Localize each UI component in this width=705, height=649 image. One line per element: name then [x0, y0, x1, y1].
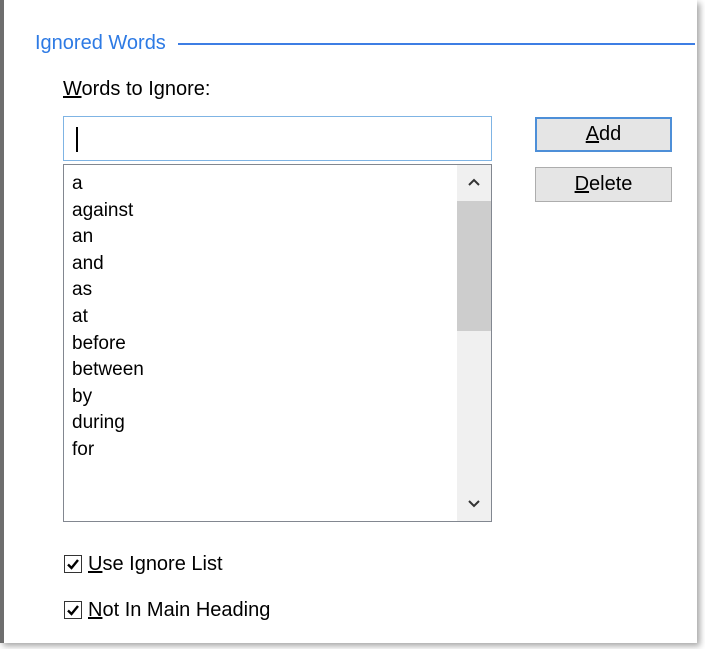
list-item[interactable]: a: [72, 171, 451, 198]
word-list: a against an and as at before between by…: [72, 171, 451, 464]
group-divider: [177, 43, 695, 45]
words-label-text: ords to Ignore:: [81, 78, 211, 100]
list-item[interactable]: against: [72, 198, 451, 225]
ignored-words-listbox[interactable]: a against an and as at before between by…: [63, 164, 492, 522]
words-to-ignore-label: Words to Ignore:: [63, 78, 210, 101]
not-in-main-heading-label: ot In Main Heading: [102, 598, 271, 621]
scroll-down-button[interactable]: [457, 487, 491, 521]
delete-button-mnemonic: D: [574, 173, 590, 195]
text-caret: [76, 127, 78, 152]
not-in-main-heading-checkbox[interactable]: [64, 601, 82, 619]
word-input[interactable]: [63, 116, 492, 161]
ignored-words-group-header: Ignored Words: [35, 28, 695, 58]
list-item[interactable]: before: [72, 331, 451, 358]
delete-button-label: elete: [589, 173, 633, 195]
scroll-up-button[interactable]: [457, 165, 491, 199]
use-ignore-list-mnemonic: U: [88, 552, 103, 575]
chevron-down-icon: [468, 500, 480, 508]
list-item[interactable]: and: [72, 251, 451, 278]
list-item[interactable]: for: [72, 437, 451, 464]
use-ignore-list-checkbox[interactable]: [64, 555, 82, 573]
add-button[interactable]: Add: [535, 117, 672, 152]
group-title: Ignored Words: [35, 31, 166, 54]
list-item[interactable]: by: [72, 384, 451, 411]
list-item[interactable]: between: [72, 357, 451, 384]
list-item[interactable]: as: [72, 277, 451, 304]
checkmark-icon: [67, 559, 79, 570]
not-in-main-heading-mnemonic: N: [88, 598, 103, 621]
use-ignore-list-option[interactable]: Use Ignore List: [64, 550, 223, 578]
checkmark-icon: [67, 605, 79, 616]
list-item[interactable]: at: [72, 304, 451, 331]
add-button-label: dd: [599, 123, 622, 145]
delete-button[interactable]: Delete: [535, 167, 672, 202]
not-in-main-heading-option[interactable]: Not In Main Heading: [64, 596, 270, 624]
ignored-words-panel: Ignored Words Words to Ignore: a against…: [0, 0, 697, 643]
vertical-scrollbar[interactable]: [457, 165, 491, 521]
scroll-thumb[interactable]: [457, 201, 491, 331]
add-button-mnemonic: A: [585, 123, 600, 145]
list-item[interactable]: an: [72, 224, 451, 251]
use-ignore-list-label: se Ignore List: [102, 552, 223, 575]
words-label-mnemonic: W: [63, 78, 82, 100]
chevron-up-icon: [468, 178, 480, 186]
list-item[interactable]: during: [72, 410, 451, 437]
